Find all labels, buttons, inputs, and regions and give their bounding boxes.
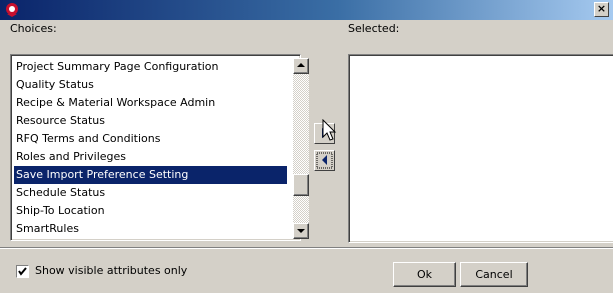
choice-list-item[interactable]: Ship-To Location	[14, 202, 287, 220]
scroll-up-button[interactable]	[293, 58, 309, 74]
move-left-icon	[316, 152, 333, 169]
app-logo-icon	[6, 3, 18, 17]
choice-list-item[interactable]: Quality Status	[14, 76, 287, 94]
choice-list-item[interactable]: SmartRules	[14, 220, 287, 238]
choice-list-item[interactable]: Save Import Preference Setting	[14, 166, 287, 184]
checkmark-icon	[18, 267, 27, 276]
choices-scrollbar[interactable]	[293, 58, 309, 239]
choice-list-item[interactable]: RFQ Terms and Conditions	[14, 130, 287, 148]
chevron-down-icon	[297, 229, 305, 233]
choice-list-item[interactable]: Recipe & Material Workspace Admin	[14, 94, 287, 112]
footer-divider	[0, 247, 613, 249]
selected-list[interactable]	[348, 54, 613, 243]
show-visible-label[interactable]: Show visible attributes only	[35, 264, 187, 278]
scroll-down-button[interactable]	[293, 223, 309, 239]
ok-button[interactable]: Ok	[393, 262, 456, 287]
choices-list[interactable]: Project Summary Page Configuration Qualit…	[10, 54, 309, 241]
choice-list-item[interactable]: Resource Status	[14, 112, 287, 130]
choices-label: Choices:	[10, 22, 57, 35]
choice-list-item[interactable]: Project Summary Page Configuration	[14, 58, 287, 76]
show-visible-checkbox[interactable]	[16, 265, 29, 278]
title-bar: ×	[0, 0, 613, 20]
remove-from-selected-button[interactable]	[314, 150, 335, 171]
chevron-up-icon	[297, 63, 305, 67]
choice-list-item[interactable]: Roles and Privileges	[14, 148, 287, 166]
mouse-pointer-icon	[322, 119, 337, 141]
close-button[interactable]: ×	[594, 2, 609, 17]
scroll-thumb[interactable]	[293, 174, 309, 196]
cancel-button[interactable]: Cancel	[460, 262, 528, 287]
selected-label: Selected:	[348, 22, 400, 35]
choice-list-item[interactable]: Schedule Status	[14, 184, 287, 202]
